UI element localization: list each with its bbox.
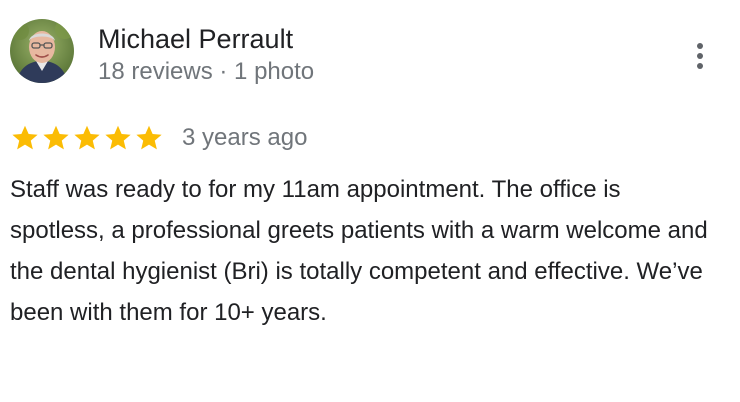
avatar-photo [10, 19, 74, 83]
star-icon [43, 125, 69, 150]
more-options-button[interactable] [684, 38, 716, 74]
avatar[interactable] [10, 19, 74, 83]
meta-separator: · [212, 58, 235, 85]
reviewer-meta: 18 reviews · 1 photo [98, 56, 314, 88]
review-date: 3 years ago [182, 124, 308, 151]
photos-count: 1 photo [234, 58, 315, 85]
star-icon [74, 125, 100, 150]
star-icon [136, 125, 162, 150]
review-card: Michael Perrault 18 reviews · 1 photo 3 … [0, 0, 740, 402]
review-text: Staff was ready to for my 11am appointme… [10, 176, 708, 326]
reviews-count: 18 reviews [98, 58, 213, 85]
star-rating [10, 123, 165, 153]
more-vert-icon [697, 43, 703, 69]
star-icon [105, 125, 131, 150]
star-icon [12, 125, 38, 150]
reviewer-name[interactable]: Michael Perrault [98, 22, 293, 56]
rating-row: 3 years ago [10, 120, 307, 156]
